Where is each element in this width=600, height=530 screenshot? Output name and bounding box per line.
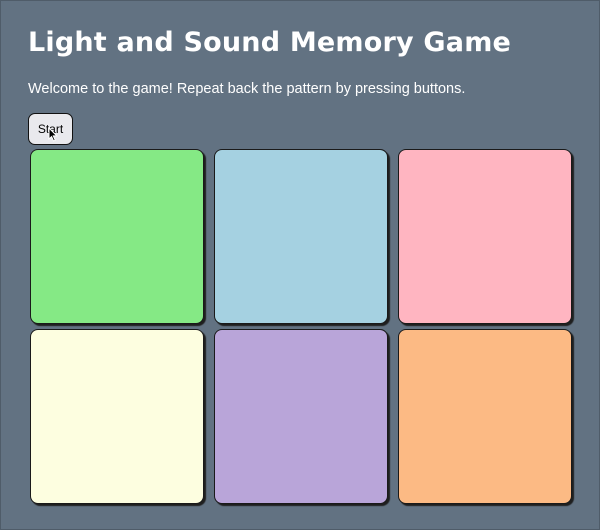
game-button-2[interactable] bbox=[214, 149, 388, 324]
game-button-6[interactable] bbox=[398, 329, 572, 504]
game-button-1[interactable] bbox=[30, 149, 204, 324]
game-button-5[interactable] bbox=[214, 329, 388, 504]
start-button[interactable]: Start bbox=[28, 113, 73, 145]
game-instructions: Welcome to the game! Repeat back the pat… bbox=[28, 81, 466, 97]
game-button-3[interactable] bbox=[398, 149, 572, 324]
page-title: Light and Sound Memory Game bbox=[28, 27, 512, 58]
game-button-4[interactable] bbox=[30, 329, 204, 504]
game-button-grid bbox=[29, 148, 574, 505]
